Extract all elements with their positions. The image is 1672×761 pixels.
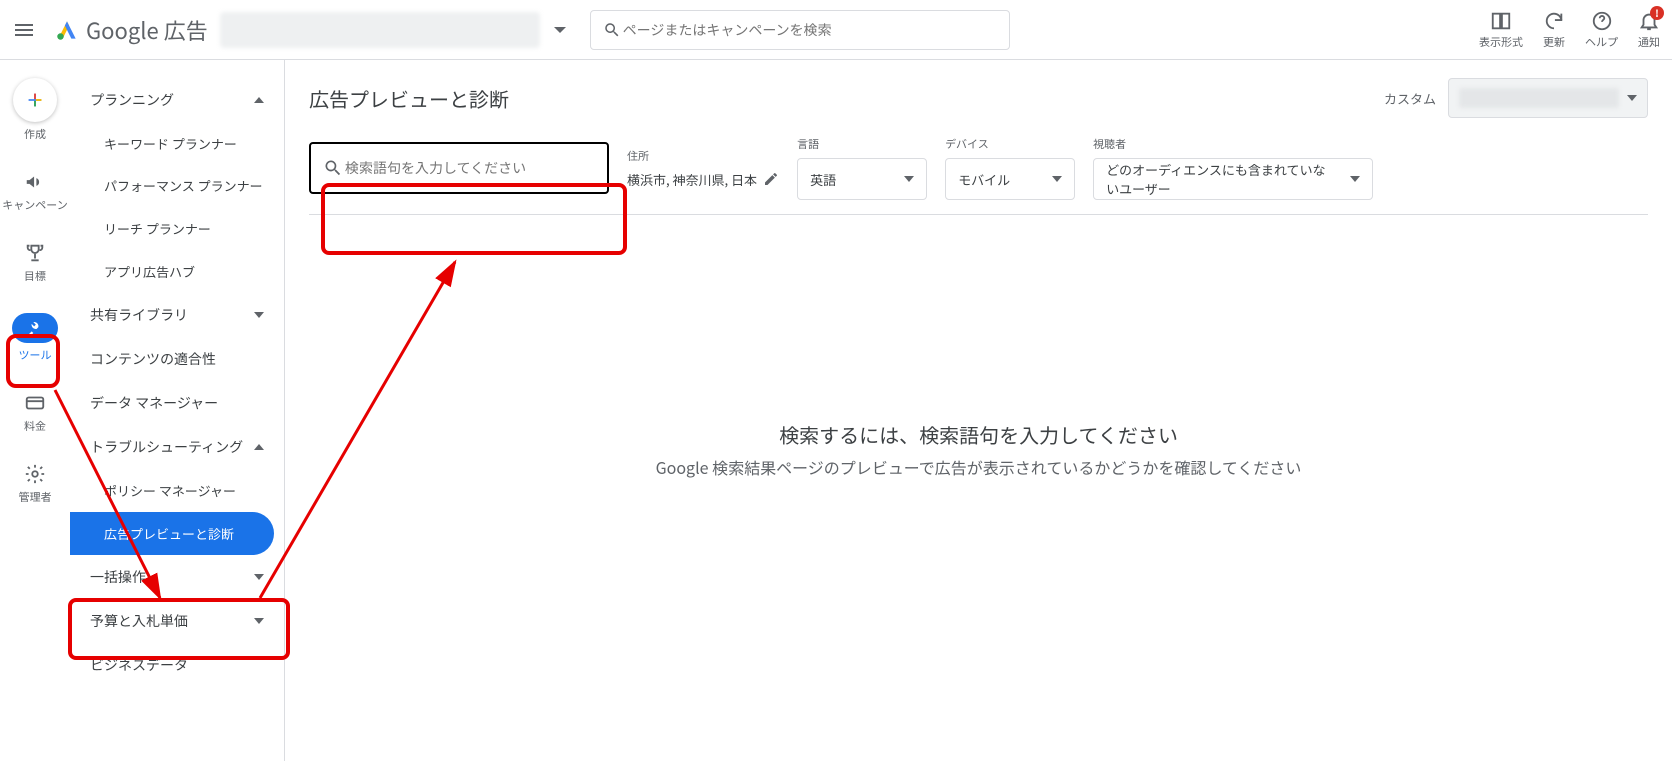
empty-state: 検索するには、検索語句を入力してください Google 検索結果ページのプレビュ… bbox=[285, 420, 1672, 479]
main: 広告プレビューと診断 カスタム 住所 横浜市, 神奈川県, 日本 言語 bbox=[285, 60, 1672, 761]
notification-badge: ! bbox=[1650, 6, 1664, 20]
page-title: 広告プレビューと診断 bbox=[309, 84, 509, 113]
device-select[interactable]: モバイル bbox=[945, 158, 1075, 200]
rail-tools[interactable]: ツール bbox=[12, 313, 58, 363]
date-range-wrap: カスタム bbox=[1384, 78, 1648, 118]
chevron-up-icon bbox=[254, 97, 264, 103]
side-content-suitability[interactable]: コンテンツの適合性 bbox=[70, 337, 284, 381]
search-icon bbox=[603, 21, 621, 39]
plus-icon bbox=[13, 78, 57, 122]
side-ad-preview[interactable]: 広告プレビューと診断 bbox=[70, 512, 274, 555]
refresh-button[interactable]: 更新 bbox=[1543, 10, 1565, 50]
search-icon bbox=[323, 158, 343, 178]
rail-billing[interactable]: 料金 bbox=[24, 392, 46, 434]
rail-admin[interactable]: 管理者 bbox=[19, 463, 52, 505]
audience-select[interactable]: どのオーディエンスにも含まれていないユーザー bbox=[1093, 158, 1373, 200]
gear-icon bbox=[24, 463, 46, 485]
chevron-down-icon bbox=[1052, 176, 1062, 182]
side-reach-planner[interactable]: リーチ プランナー bbox=[70, 207, 284, 250]
tools-icon bbox=[12, 313, 58, 343]
rail: 作成 キャンペーン 目標 ツール 料金 管理者 bbox=[0, 60, 70, 761]
google-ads-logo[interactable]: Google 広告 bbox=[54, 14, 208, 46]
side-shared-library[interactable]: 共有ライブラリ bbox=[70, 293, 284, 337]
rail-campaigns[interactable]: キャンペーン bbox=[2, 171, 67, 213]
side-budgets[interactable]: 予算と入札単価 bbox=[70, 599, 284, 643]
pencil-icon[interactable] bbox=[763, 171, 779, 187]
side-data-manager[interactable]: データ マネージャー bbox=[70, 381, 284, 425]
language-field: 言語 英語 bbox=[797, 136, 927, 200]
card-icon bbox=[24, 392, 46, 414]
product-name: Google 広告 bbox=[86, 14, 208, 46]
chevron-down-icon bbox=[254, 618, 264, 624]
chevron-down-icon bbox=[904, 176, 914, 182]
location-value: 横浜市, 神奈川県, 日本 bbox=[627, 170, 757, 189]
side-bulk-actions[interactable]: 一括操作 bbox=[70, 555, 284, 599]
global-search-input[interactable] bbox=[621, 19, 997, 41]
side-keyword-planner[interactable]: キーワード プランナー bbox=[70, 122, 284, 165]
search-term-input-wrap[interactable] bbox=[309, 142, 609, 194]
trophy-icon bbox=[24, 242, 46, 264]
filters: 住所 横浜市, 神奈川県, 日本 言語 英語 デバイス モバイル 視聴者 どのオ… bbox=[309, 136, 1648, 215]
audience-field: 視聴者 どのオーディエンスにも含まれていないユーザー bbox=[1093, 136, 1373, 200]
hamburger-icon[interactable] bbox=[12, 18, 36, 42]
chevron-down-icon bbox=[1350, 176, 1360, 182]
notifications-button[interactable]: ! 通知 bbox=[1638, 10, 1660, 50]
chevron-down-icon bbox=[254, 312, 264, 318]
megaphone-icon bbox=[24, 171, 46, 193]
side-business-data[interactable]: ビジネスデータ bbox=[70, 643, 284, 687]
device-field: デバイス モバイル bbox=[945, 136, 1075, 200]
chevron-up-icon bbox=[254, 444, 264, 450]
help-button[interactable]: ヘルプ bbox=[1585, 10, 1618, 50]
display-format-button[interactable]: 表示形式 bbox=[1479, 10, 1523, 50]
language-select[interactable]: 英語 bbox=[797, 158, 927, 200]
rail-goals[interactable]: 目標 bbox=[24, 242, 46, 284]
side-policy-manager[interactable]: ポリシー マネージャー bbox=[70, 469, 284, 512]
main-header: 広告プレビューと診断 カスタム bbox=[309, 78, 1648, 118]
rail-create[interactable]: 作成 bbox=[13, 78, 57, 142]
header: Google 広告 表示形式 更新 ヘルプ ! 通知 bbox=[0, 0, 1672, 60]
search-term-input[interactable] bbox=[343, 157, 595, 179]
chevron-down-icon bbox=[1627, 95, 1637, 101]
side-performance-planner[interactable]: パフォーマンス プランナー bbox=[70, 165, 284, 207]
custom-label: カスタム bbox=[1384, 89, 1436, 108]
chevron-down-icon bbox=[254, 574, 264, 580]
sidebar: プランニング キーワード プランナー パフォーマンス プランナー リーチ プラン… bbox=[70, 60, 285, 761]
header-tools: 表示形式 更新 ヘルプ ! 通知 bbox=[1479, 10, 1660, 50]
global-search[interactable] bbox=[590, 10, 1010, 50]
side-planning[interactable]: プランニング bbox=[70, 78, 284, 122]
date-range-select[interactable] bbox=[1448, 78, 1648, 118]
account-dropdown-icon[interactable] bbox=[554, 27, 566, 33]
location-field[interactable]: 住所 横浜市, 神奈川県, 日本 bbox=[627, 148, 779, 189]
side-troubleshooting[interactable]: トラブルシューティング bbox=[70, 425, 284, 469]
side-app-hub[interactable]: アプリ広告ハブ bbox=[70, 250, 284, 293]
account-selector[interactable] bbox=[220, 12, 540, 48]
date-range-value bbox=[1459, 88, 1619, 108]
